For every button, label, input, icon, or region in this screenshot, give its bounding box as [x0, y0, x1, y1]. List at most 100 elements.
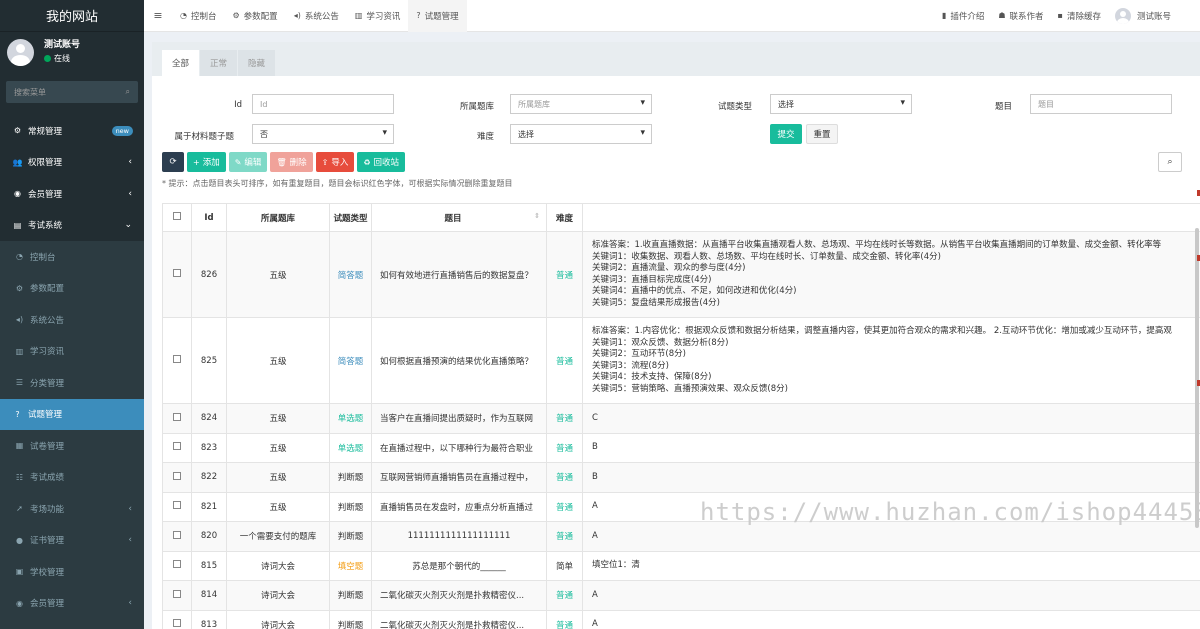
table-row[interactable]: 822 五级 判断题 互联网营销师直播销售员在直播过程中， 普通 B	[162, 462, 1200, 493]
reset-button[interactable]: 重置	[806, 124, 838, 144]
edit-button[interactable]: ✎ 编辑	[228, 152, 268, 172]
cell-type[interactable]: 判断题	[329, 609, 372, 629]
sidebar-item-7[interactable]: ▥ 学习资讯	[0, 335, 144, 367]
vertical-scrollbar[interactable]	[1195, 228, 1199, 528]
bank-select[interactable]: 所属题库	[510, 94, 652, 114]
cell-type[interactable]: 简答题	[329, 317, 372, 404]
cell-type[interactable]: 判断题	[329, 580, 372, 611]
cell-difficulty[interactable]: 普通	[546, 231, 583, 318]
submit-button[interactable]: 提交	[770, 124, 802, 144]
sidebar-item-15[interactable]: ◉ 会员管理 ‹	[0, 587, 144, 619]
cell-difficulty[interactable]: 普通	[546, 403, 583, 434]
tab-2[interactable]: 隐藏	[238, 50, 276, 76]
cell-type[interactable]: 填空题	[329, 550, 372, 581]
header-id[interactable]: Id	[191, 203, 227, 232]
nav-tab-4[interactable]: ? 试题管理	[408, 0, 467, 32]
cell-difficulty[interactable]: 普通	[546, 580, 583, 611]
table-row[interactable]: 823 五级 单选题 在直播过程中，以下哪种行为最符合职业 普通 B	[162, 432, 1200, 463]
nav-right-0[interactable]: ▮ 插件介绍	[935, 0, 991, 32]
sidebar-item-2[interactable]: ◉ 会员管理 ‹	[0, 178, 144, 210]
cell-type[interactable]: 判断题	[329, 491, 372, 522]
add-button[interactable]: + 添加	[187, 152, 226, 172]
table-row[interactable]: 825 五级 简答题 如何根据直播预演的结果优化直播策略？ 普通 标准答案：1.内容优化：…	[162, 317, 1200, 404]
cell-type[interactable]: 简答题	[329, 231, 372, 318]
sidebar-item-1[interactable]: 👥 权限管理 ‹	[0, 147, 144, 179]
row-checkbox[interactable]	[162, 609, 192, 629]
material-select[interactable]: 否	[252, 124, 394, 144]
menu-search-input[interactable]: 搜索菜单 ⌕	[6, 81, 138, 103]
menu-toggle-icon[interactable]: ≡	[144, 9, 172, 22]
row-checkbox[interactable]	[162, 580, 192, 611]
table-row[interactable]: 815 诗词大会 填空题 苏总是那个朝代的______ 简单 填空位1：清	[162, 550, 1200, 581]
row-checkbox[interactable]	[162, 491, 192, 522]
sidebar-item-13[interactable]: ● 证书管理 ‹	[0, 524, 144, 556]
table-row[interactable]: 821 五级 判断题 直播销售员在发盘时，应重点分析直播过 普通 A	[162, 491, 1200, 522]
row-checkbox[interactable]	[162, 550, 192, 581]
nav-right-1[interactable]: ☗ 联系作者	[991, 0, 1050, 32]
row-checkbox[interactable]	[162, 432, 192, 463]
id-input[interactable]: Id	[252, 94, 394, 114]
row-checkbox[interactable]	[162, 317, 192, 404]
cell-difficulty[interactable]: 普通	[546, 432, 583, 463]
sidebar-item-10[interactable]: ▦ 试卷管理	[0, 430, 144, 462]
header-title[interactable]: 题目 ⇕	[371, 203, 547, 232]
sidebar-item-8[interactable]: ☰ 分类管理	[0, 367, 144, 399]
header-type[interactable]: 试题类型	[329, 203, 372, 232]
delete-button[interactable]: 🗑 删除	[270, 152, 313, 172]
row-checkbox[interactable]	[162, 231, 192, 318]
sidebar-item-12[interactable]: ➚ 考场功能 ‹	[0, 493, 144, 525]
table-row[interactable]: 813 诗词大会 判断题 二氧化碳灭火剂灭火剂是扑救精密仪... 普通 A	[162, 609, 1200, 629]
header-bank[interactable]: 所属题库	[226, 203, 330, 232]
row-checkbox[interactable]	[162, 521, 192, 552]
cell-difficulty[interactable]: 普通	[546, 317, 583, 404]
cell-difficulty[interactable]: 普通	[546, 521, 583, 552]
cell-difficulty[interactable]: 普通	[546, 491, 583, 522]
sidebar-item-14[interactable]: ▣ 学校管理	[0, 556, 144, 588]
table-header-row: Id 所属题库 试题类型 题目 ⇕ 难度	[162, 203, 1200, 232]
table-row[interactable]: 826 五级 简答题 如何有效地进行直播销售后的数据复盘？ 普通 标准答案：1.收直直播数…	[162, 231, 1200, 318]
search-icon[interactable]: ⌕	[126, 87, 130, 97]
tab-1[interactable]: 正常	[200, 50, 238, 76]
sidebar-item-11[interactable]: ☷ 考试成绩	[0, 461, 144, 493]
difficulty-select[interactable]: 选择	[510, 124, 652, 144]
nav-right-2[interactable]: ▪ 清除缓存	[1051, 0, 1108, 32]
table-row[interactable]: 814 诗词大会 判断题 二氧化碳灭火剂灭火剂是扑救精密仪... 普通 A	[162, 580, 1200, 611]
row-checkbox[interactable]	[162, 403, 192, 434]
sidebar-item-0[interactable]: ⚙ 常规管理 new	[0, 115, 144, 147]
recycle-button[interactable]: ♻ 回收站	[357, 152, 406, 172]
nav-tab-3[interactable]: ▥ 学习资讯	[347, 0, 409, 32]
sidebar-item-3[interactable]: ▤ 考试系统 ⌄	[0, 210, 144, 242]
header-difficulty[interactable]: 难度	[546, 203, 583, 232]
nav-tab-1[interactable]: ⚙ 参数配置	[225, 0, 286, 32]
cell-title: 如何有效地进行直播销售后的数据复盘？	[371, 231, 547, 318]
sidebar-item-5[interactable]: ⚙ 参数配置	[0, 272, 144, 304]
row-checkbox[interactable]	[162, 462, 192, 493]
cell-type[interactable]: 判断题	[329, 462, 372, 493]
table-row[interactable]: 820 一个需要支付的题库 判断题 1111111111111111111 普通 A	[162, 521, 1200, 552]
cell-type[interactable]: 单选题	[329, 432, 372, 463]
sidebar-item-6[interactable]: ◂) 系统公告	[0, 304, 144, 336]
cell-type[interactable]: 判断题	[329, 521, 372, 552]
table-search-button[interactable]: ⌕	[1158, 152, 1182, 172]
refresh-button[interactable]: ⟳	[162, 152, 184, 172]
sidebar-item-16[interactable]: ◎积分管理‹	[0, 619, 144, 629]
sidebar-item-9[interactable]: ? 试题管理	[0, 398, 144, 430]
title-input[interactable]: 题目	[1030, 94, 1172, 114]
sidebar-item-4[interactable]: ◔ 控制台	[0, 241, 144, 273]
type-select[interactable]: 选择	[770, 94, 912, 114]
cell-difficulty[interactable]: 简单	[546, 550, 583, 581]
cell-type[interactable]: 单选题	[329, 403, 372, 434]
import-button[interactable]: ⇪ 导入	[315, 152, 355, 172]
site-brand[interactable]: 我的网站	[0, 0, 144, 32]
avatar	[1114, 7, 1131, 24]
nav-tab-2[interactable]: ◂) 系统公告	[286, 0, 347, 32]
cell-difficulty[interactable]: 普通	[546, 462, 583, 493]
sort-icon[interactable]: ⇕	[534, 212, 540, 220]
cell-bank: 五级	[226, 462, 330, 493]
cell-difficulty[interactable]: 普通	[546, 609, 583, 629]
nav-right-3[interactable]: 测试账号	[1108, 0, 1178, 32]
tab-0[interactable]: 全部	[162, 50, 200, 76]
select-all-checkbox[interactable]	[162, 203, 192, 232]
table-row[interactable]: 824 五级 单选题 当客户在直播间提出质疑时，作为互联网 普通 C	[162, 403, 1200, 434]
nav-tab-0[interactable]: ◔ 控制台	[172, 0, 225, 32]
